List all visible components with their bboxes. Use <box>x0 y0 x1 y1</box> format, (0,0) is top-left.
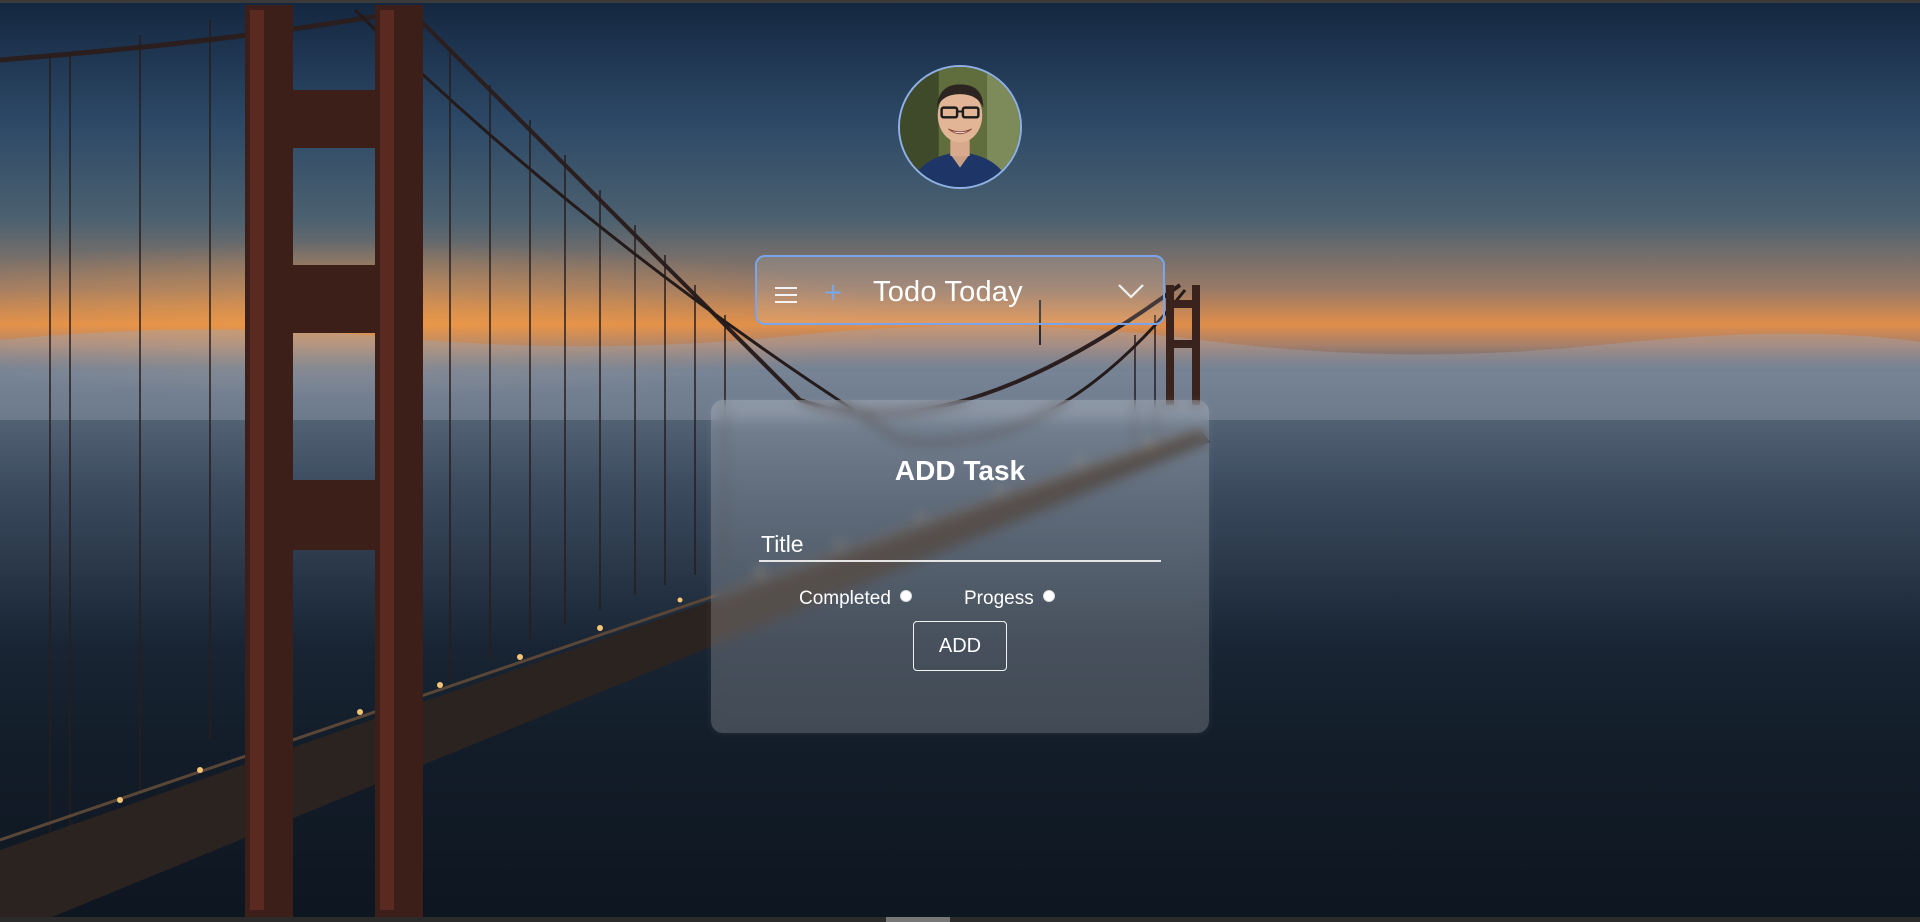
add-button[interactable]: ADD <box>913 621 1007 671</box>
status-options: Completed Progess <box>711 587 1209 611</box>
card-title: ADD Task <box>894 455 1026 486</box>
progress-radio[interactable] <box>1042 590 1055 602</box>
avatar <box>898 65 1022 189</box>
menu-icon[interactable] <box>775 287 797 303</box>
horizontal-scrollbar[interactable] <box>0 917 1920 922</box>
completed-radio[interactable] <box>899 590 912 602</box>
title-input[interactable] <box>759 528 1161 562</box>
progress-option[interactable]: Progess <box>964 587 1055 611</box>
page-title: Todo Today <box>873 276 1023 308</box>
user-avatar-icon <box>900 67 1020 187</box>
plus-icon[interactable]: + <box>823 275 843 309</box>
completed-option[interactable]: Completed <box>799 587 912 611</box>
completed-label: Completed <box>799 588 891 609</box>
todo-header-bar: + Todo Today <box>755 255 1165 325</box>
chevron-down-icon[interactable] <box>1117 282 1145 300</box>
scrollbar-thumb[interactable] <box>886 917 950 922</box>
progress-label: Progess <box>964 588 1034 609</box>
add-task-card: ADD Task Completed Progess ADD <box>711 400 1209 733</box>
window-top-border <box>0 0 1920 3</box>
